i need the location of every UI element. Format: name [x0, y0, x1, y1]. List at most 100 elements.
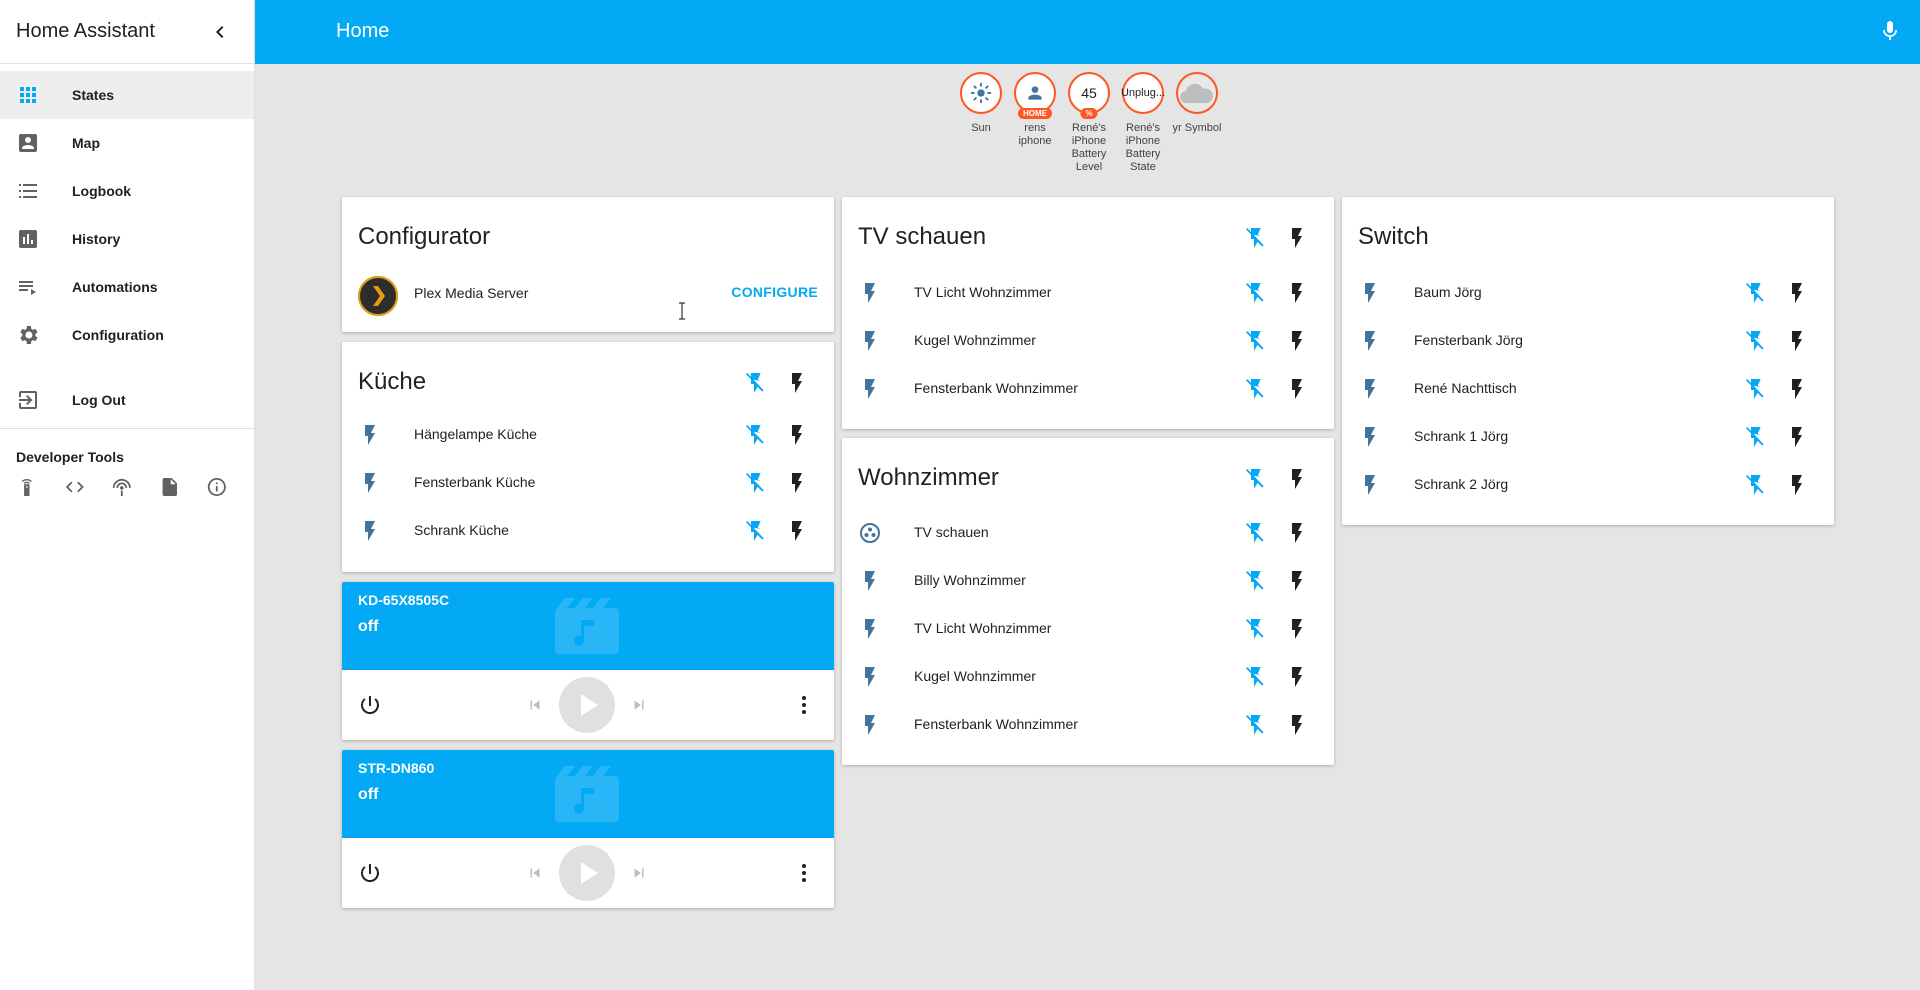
remote-icon[interactable]: [16, 475, 38, 499]
entity-row: Fensterbank Wohnzimmer: [842, 369, 1334, 409]
flash-off-icon[interactable]: [1744, 425, 1768, 449]
play-button[interactable]: [559, 845, 615, 901]
sidebar-item-logbook[interactable]: Logbook: [0, 167, 254, 215]
flash-off-icon[interactable]: [1744, 473, 1768, 497]
skip-next-icon[interactable]: [630, 864, 648, 882]
badge-sun[interactable]: Sun: [954, 72, 1008, 174]
top-app-bar: Home: [255, 0, 1920, 64]
badge-battery-level[interactable]: 45 % René's iPhone Battery Level: [1062, 72, 1116, 174]
flash-icon[interactable]: [1285, 713, 1309, 737]
flash-icon[interactable]: [1285, 226, 1309, 250]
flash-icon[interactable]: [1285, 521, 1309, 545]
entity-row: TV Licht Wohnzimmer: [842, 609, 1334, 649]
flash-icon: [365, 425, 375, 445]
flash-icon[interactable]: [1285, 377, 1309, 401]
flash-off-icon[interactable]: [1244, 569, 1268, 593]
configurator-entity-name: Plex Media Server: [414, 285, 529, 301]
access-point-icon[interactable]: [111, 475, 133, 499]
wohnzimmer-card: Wohnzimmer TV schauen Billy Wohnzimmer T…: [842, 438, 1334, 765]
media-controls: [342, 670, 834, 740]
badge-battery-state[interactable]: Unplug... René's iPhone Battery State: [1116, 72, 1170, 174]
flash-icon: [1365, 331, 1375, 351]
more-vertical-icon[interactable]: [792, 693, 816, 717]
power-icon[interactable]: [358, 861, 382, 885]
flash-icon[interactable]: [1785, 281, 1809, 305]
flash-off-icon[interactable]: [1244, 713, 1268, 737]
flash-off-icon[interactable]: [744, 471, 768, 495]
flash-off-icon[interactable]: [1744, 329, 1768, 353]
file-xml-icon[interactable]: [159, 475, 181, 499]
media-player-state: off: [358, 786, 379, 803]
flash-icon[interactable]: [785, 371, 809, 395]
microphone-icon[interactable]: [1878, 19, 1902, 43]
flash-icon[interactable]: [1285, 281, 1309, 305]
badge-yr-symbol[interactable]: yr Symbol: [1170, 72, 1224, 174]
skip-previous-icon[interactable]: [526, 696, 544, 714]
flash-off-icon[interactable]: [1244, 665, 1268, 689]
badge-circle: 45 %: [1068, 72, 1110, 119]
code-tags-icon[interactable]: [64, 475, 86, 499]
flash-icon[interactable]: [1785, 377, 1809, 401]
flash-off-icon[interactable]: [744, 519, 768, 543]
sidebar-item-history[interactable]: History: [0, 215, 254, 263]
flash-off-icon[interactable]: [1244, 377, 1268, 401]
skip-next-icon[interactable]: [630, 696, 648, 714]
flash-icon[interactable]: [1285, 329, 1309, 353]
flash-icon[interactable]: [785, 471, 809, 495]
flash-off-icon[interactable]: [1244, 329, 1268, 353]
flash-icon[interactable]: [1785, 473, 1809, 497]
entity-row: Hängelampe Küche: [342, 415, 834, 455]
flash-off-icon[interactable]: [1244, 467, 1268, 491]
flash-icon[interactable]: [1285, 617, 1309, 641]
flash-off-icon[interactable]: [1244, 281, 1268, 305]
entity-name: Schrank 1 Jörg: [1414, 428, 1509, 444]
flash-icon: [865, 571, 875, 591]
flash-off-icon[interactable]: [1244, 617, 1268, 641]
flash-icon: [1365, 379, 1375, 399]
flash-off-icon[interactable]: [1744, 377, 1768, 401]
media-player-header: KD-65X8505C off: [342, 582, 834, 670]
flash-icon[interactable]: [785, 423, 809, 447]
badge-circle: HOME: [1014, 72, 1056, 119]
flash-icon[interactable]: [1785, 329, 1809, 353]
flash-icon[interactable]: [785, 519, 809, 543]
chevron-left-icon[interactable]: [208, 20, 232, 44]
entity-row: Baum Jörg: [1342, 273, 1834, 313]
playlist-play-icon: [19, 281, 36, 295]
format-list-bulleted-icon: [19, 184, 37, 198]
flash-off-icon[interactable]: [744, 423, 768, 447]
badge-rens-iphone[interactable]: HOME rens iphone: [1008, 72, 1062, 174]
skip-previous-icon[interactable]: [526, 864, 544, 882]
logout-icon: [19, 391, 37, 409]
flash-off-icon[interactable]: [1244, 521, 1268, 545]
flash-off-icon[interactable]: [1244, 226, 1268, 250]
flash-icon[interactable]: [1285, 569, 1309, 593]
tv-schauen-card: TV schauen TV Licht Wohnzimmer Kugel Woh…: [842, 197, 1334, 429]
flash-icon: [1365, 283, 1375, 303]
flash-icon[interactable]: [1785, 425, 1809, 449]
flash-icon[interactable]: [1285, 665, 1309, 689]
media-player-card: STR-DN860 off: [342, 750, 834, 908]
more-vertical-icon[interactable]: [792, 861, 816, 885]
flash-icon[interactable]: [1285, 467, 1309, 491]
entity-row: TV schauen: [842, 513, 1334, 553]
sidebar-header: Home Assistant: [0, 0, 254, 64]
flash-off-icon[interactable]: [1744, 281, 1768, 305]
configure-button[interactable]: CONFIGURE: [731, 284, 818, 300]
entity-name: René Nachttisch: [1414, 380, 1517, 396]
flash-off-icon[interactable]: [744, 371, 768, 395]
sidebar-item-label: Logbook: [72, 183, 132, 199]
play-button[interactable]: [559, 677, 615, 733]
sidebar-item-logout[interactable]: Log Out: [0, 376, 254, 424]
entity-name: TV schauen: [914, 524, 989, 540]
movie-music-icon: [555, 598, 619, 654]
sidebar-item-configuration[interactable]: Configuration: [0, 311, 254, 359]
information-outline-icon[interactable]: [206, 475, 228, 499]
flash-icon: [365, 521, 375, 541]
sidebar-item-label: Configuration: [72, 327, 164, 343]
sidebar-item-map[interactable]: Map: [0, 119, 254, 167]
badge-circle: [960, 72, 1002, 114]
sidebar-item-states[interactable]: States: [0, 71, 254, 119]
power-icon[interactable]: [358, 693, 382, 717]
sidebar-item-automations[interactable]: Automations: [0, 263, 254, 311]
